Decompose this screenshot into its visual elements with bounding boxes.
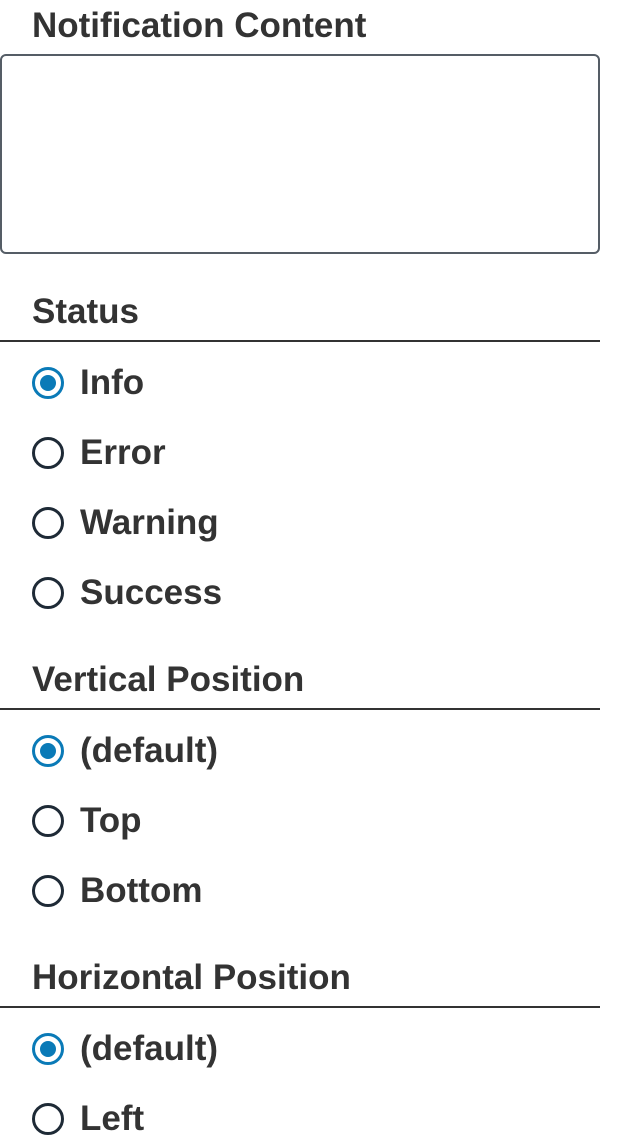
vertical-option-label: Top — [80, 801, 142, 840]
status-option-error[interactable]: Error — [32, 431, 166, 475]
status-option-info[interactable]: Info — [32, 361, 144, 405]
radio-unchecked-icon[interactable] — [32, 437, 64, 469]
status-legend: Status — [32, 292, 139, 331]
radio-unchecked-icon[interactable] — [32, 1103, 64, 1135]
vertical-option-label: (default) — [80, 731, 219, 770]
status-option-label: Info — [80, 363, 145, 402]
status-option-warning[interactable]: Warning — [32, 501, 219, 545]
notification-content-label: Notification Content — [32, 6, 367, 45]
horizontal-option-default[interactable]: (default) — [32, 1027, 218, 1071]
status-option-label: Error — [80, 433, 166, 472]
horizontal-option-left[interactable]: Left — [32, 1097, 144, 1136]
notification-content-textarea[interactable] — [0, 54, 600, 254]
radio-unchecked-icon[interactable] — [32, 507, 64, 539]
status-option-label: Success — [80, 573, 223, 612]
vertical-position-divider — [0, 708, 600, 710]
radio-checked-icon[interactable] — [32, 1033, 64, 1065]
horizontal-option-label: (default) — [80, 1029, 219, 1068]
radio-checked-icon[interactable] — [32, 735, 64, 767]
horizontal-position-legend: Horizontal Position — [32, 958, 351, 997]
vertical-option-label: Bottom — [80, 871, 203, 910]
vertical-option-top[interactable]: Top — [32, 799, 142, 843]
vertical-position-legend: Vertical Position — [32, 660, 305, 699]
radio-unchecked-icon[interactable] — [32, 805, 64, 837]
horizontal-position-divider — [0, 1006, 600, 1008]
status-option-label: Warning — [80, 503, 219, 542]
vertical-option-default[interactable]: (default) — [32, 729, 218, 773]
radio-checked-icon[interactable] — [32, 367, 64, 399]
notification-form: Notification Content Status Info Error W… — [0, 0, 640, 1136]
vertical-option-bottom[interactable]: Bottom — [32, 869, 202, 913]
status-option-success[interactable]: Success — [32, 571, 222, 615]
status-divider — [0, 340, 600, 342]
horizontal-option-label: Left — [80, 1099, 145, 1136]
radio-unchecked-icon[interactable] — [32, 577, 64, 609]
radio-unchecked-icon[interactable] — [32, 875, 64, 907]
